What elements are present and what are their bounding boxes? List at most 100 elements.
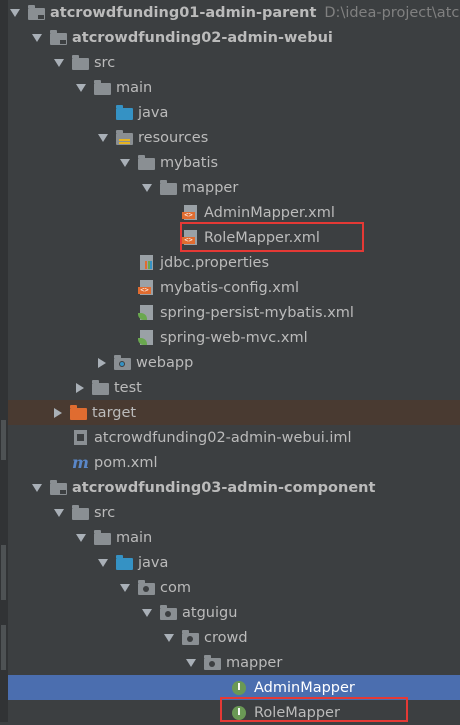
tree-node-label: src xyxy=(94,54,116,71)
expand-arrow-icon[interactable] xyxy=(186,658,196,667)
package-icon xyxy=(182,630,199,645)
tree-node-label: webapp xyxy=(136,354,194,371)
tree-node-label: mapper xyxy=(226,654,283,671)
tree-node-package-atguigu[interactable]: atguigu xyxy=(8,600,460,625)
tree-node-label: resources xyxy=(138,129,209,146)
tree-node-label: mybatis-config.xml xyxy=(160,279,300,296)
properties-file-icon xyxy=(138,255,155,270)
tree-node-label: atcrowdfunding01-admin-parent xyxy=(50,4,317,21)
excluded-folder-icon xyxy=(70,405,87,420)
tree-node-label: java xyxy=(138,554,169,571)
tree-node-main[interactable]: main xyxy=(8,75,460,100)
tree-node-label: target xyxy=(92,404,137,421)
package-icon xyxy=(160,605,177,620)
tree-node-mybatis[interactable]: mybatis xyxy=(8,150,460,175)
folder-icon xyxy=(92,380,109,395)
tree-node-label: AdminMapper xyxy=(254,679,355,696)
tree-node-java[interactable]: java xyxy=(8,100,460,125)
tree-node-iml-file[interactable]: atcrowdfunding02-admin-webui.iml xyxy=(8,425,460,450)
gutter-marker xyxy=(1,420,6,460)
collapse-arrow-icon[interactable] xyxy=(54,407,62,418)
expand-arrow-icon[interactable] xyxy=(120,583,130,592)
spring-xml-icon xyxy=(138,305,155,320)
expand-arrow-icon[interactable] xyxy=(76,83,86,92)
tree-node-label: spring-web-mvc.xml xyxy=(160,329,308,346)
expand-arrow-icon[interactable] xyxy=(32,33,42,42)
tree-node-package-com[interactable]: com xyxy=(8,575,460,600)
expand-arrow-icon[interactable] xyxy=(54,58,64,67)
tree-node-src[interactable]: src xyxy=(8,50,460,75)
tree-node-label: crowd xyxy=(204,629,248,646)
tree-node-label: atcrowdfunding02-admin-webui xyxy=(72,29,333,46)
tree-node-label: src xyxy=(94,504,116,521)
source-folder-icon xyxy=(116,105,133,120)
tree-node-spring-persist-mybatis[interactable]: spring-persist-mybatis.xml xyxy=(8,300,460,325)
tree-node-test[interactable]: test xyxy=(8,375,460,400)
tree-node-java[interactable]: java xyxy=(8,550,460,575)
collapse-arrow-icon[interactable] xyxy=(98,357,106,368)
tree-node-label: com xyxy=(160,579,191,596)
tree-node-label: mapper xyxy=(182,179,239,196)
tree-node-webui-module[interactable]: atcrowdfunding02-admin-webui xyxy=(8,25,460,50)
tree-node-package-mapper[interactable]: mapper xyxy=(8,650,460,675)
tree-node-component-module[interactable]: atcrowdfunding03-admin-component xyxy=(8,475,460,500)
tree-node-jdbc-properties[interactable]: jdbc.properties xyxy=(8,250,460,275)
left-gutter xyxy=(0,0,8,722)
module-folder-icon xyxy=(50,30,67,45)
expand-arrow-icon[interactable] xyxy=(32,483,42,492)
folder-icon xyxy=(160,180,177,195)
expand-arrow-icon[interactable] xyxy=(76,533,86,542)
tree-node-parent-module[interactable]: atcrowdfunding01-admin-parent D:\idea-pr… xyxy=(8,0,460,25)
package-icon xyxy=(204,655,221,670)
expand-arrow-icon[interactable] xyxy=(10,8,20,17)
tree-node-main[interactable]: main xyxy=(8,525,460,550)
xml-file-icon: <> xyxy=(182,205,199,220)
tree-node-label: atguigu xyxy=(182,604,238,621)
tree-node-label: AdminMapper.xml xyxy=(204,204,335,221)
source-folder-icon xyxy=(116,555,133,570)
tree-node-package-crowd[interactable]: crowd xyxy=(8,625,460,650)
expand-arrow-icon[interactable] xyxy=(164,633,174,642)
web-folder-icon xyxy=(114,355,131,370)
tree-node-mybatis-config[interactable]: <> mybatis-config.xml xyxy=(8,275,460,300)
expand-arrow-icon[interactable] xyxy=(142,183,152,192)
tree-node-webapp[interactable]: webapp xyxy=(8,350,460,375)
tree-node-label: atcrowdfunding03-admin-component xyxy=(72,479,376,496)
tree-node-label: jdbc.properties xyxy=(160,254,270,271)
package-icon xyxy=(138,580,155,595)
folder-icon xyxy=(138,155,155,170)
module-folder-icon xyxy=(50,480,67,495)
expand-arrow-icon[interactable] xyxy=(54,508,64,517)
expand-arrow-icon[interactable] xyxy=(98,558,108,567)
module-path: D:\idea-project\atcro xyxy=(324,4,460,21)
collapse-arrow-icon[interactable] xyxy=(76,382,84,393)
expand-arrow-icon[interactable] xyxy=(98,133,108,142)
maven-icon: m xyxy=(72,453,89,472)
xml-file-icon: <> xyxy=(138,280,155,295)
folder-icon xyxy=(94,80,111,95)
gutter-marker xyxy=(1,545,6,600)
folder-icon xyxy=(72,55,89,70)
tree-node-label: main xyxy=(116,529,153,546)
expand-arrow-icon[interactable] xyxy=(120,158,130,167)
interface-icon: I xyxy=(232,680,246,695)
resources-folder-icon xyxy=(116,130,133,145)
tree-node-pom-xml[interactable]: m pom.xml xyxy=(8,450,460,475)
tree-node-label: java xyxy=(138,104,169,121)
tree-node-label: pom.xml xyxy=(94,454,158,471)
highlight-box-rolemapper-xml xyxy=(180,222,364,252)
highlight-box-rolemapper xyxy=(220,697,408,722)
tree-node-spring-web-mvc[interactable]: spring-web-mvc.xml xyxy=(8,325,460,350)
expand-arrow-icon[interactable] xyxy=(142,608,152,617)
folder-icon xyxy=(72,505,89,520)
tree-node-src[interactable]: src xyxy=(8,500,460,525)
tree-node-label: atcrowdfunding02-admin-webui.iml xyxy=(94,429,352,446)
tree-node-label: main xyxy=(116,79,153,96)
tree-node-resources[interactable]: resources xyxy=(8,125,460,150)
tree-node-label: test xyxy=(114,379,142,396)
spring-xml-icon xyxy=(138,330,155,345)
iml-file-icon xyxy=(72,430,89,445)
tree-node-label: mybatis xyxy=(160,154,219,171)
tree-node-target[interactable]: target xyxy=(8,400,460,425)
tree-node-mapper-folder[interactable]: mapper xyxy=(8,175,460,200)
